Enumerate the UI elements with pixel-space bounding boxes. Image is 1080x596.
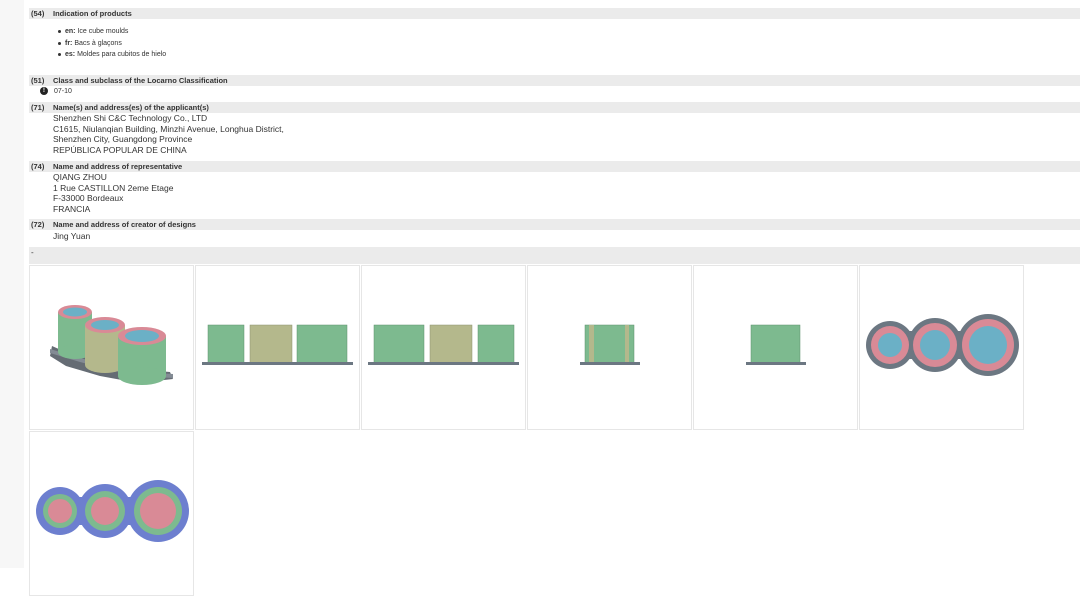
- mould-right-side-image: [746, 324, 806, 365]
- representative-line-2: 1 Rue CASTILLON 2eme Etage: [53, 183, 174, 193]
- views-bar-text: -: [31, 248, 34, 257]
- info-circle-icon[interactable]: !: [40, 87, 48, 96]
- mould-back-image: [368, 324, 519, 365]
- product-text: Moldes para cubitos de hielo: [77, 51, 167, 58]
- applicant-line-3: Shenzhen City, Guangdong Province: [53, 134, 193, 144]
- product-text: Ice cube moulds: [77, 28, 129, 35]
- applicant-line-2: C1615, Niulanqian Building, Minzhi Avenu…: [53, 124, 284, 134]
- representative-line-3: F-33000 Bordeaux: [53, 193, 124, 203]
- locarno-class-value: 07-10: [54, 88, 72, 95]
- representative-line-4: FRANCIA: [53, 204, 91, 214]
- section-71-header: (71) Name(s) and address(es) of the appl…: [29, 102, 1080, 113]
- section-51-header: (51) Class and subclass of the Locarno C…: [29, 75, 1080, 86]
- mould-perspective-image: [50, 305, 173, 385]
- section-54-header: (54) Indication of products: [29, 8, 1080, 19]
- section-54-code: (54): [31, 9, 45, 18]
- applicant-line-1: Shenzhen Shi C&C Technology Co., LTD: [53, 113, 208, 123]
- lang-code: es:: [65, 51, 76, 58]
- lang-code: fr:: [65, 40, 73, 47]
- section-71-code: (71): [31, 103, 45, 112]
- design-view-bottom[interactable]: [29, 431, 194, 596]
- product-item-fr: fr: Bacs à glaçons: [58, 39, 122, 48]
- product-text: Bacs à glaçons: [74, 40, 122, 47]
- design-view-right[interactable]: [693, 265, 858, 430]
- section-54-title: Indication of products: [53, 9, 132, 18]
- product-item-es: es: Moldes para cubitos de hielo: [58, 50, 166, 59]
- mould-left-side-image: [580, 324, 640, 365]
- design-view-front[interactable]: [195, 265, 360, 430]
- design-view-perspective[interactable]: [29, 265, 194, 430]
- design-view-top[interactable]: [859, 265, 1024, 430]
- section-74-header: (74) Name and address of representative: [29, 161, 1080, 172]
- bullet-icon: [58, 52, 61, 56]
- bullet-icon: [58, 29, 61, 33]
- mould-bottom-image: [36, 480, 189, 542]
- representative-line-1: QIANG ZHOU: [53, 172, 107, 182]
- lang-code: en:: [65, 28, 76, 35]
- design-view-back[interactable]: [361, 265, 526, 430]
- left-margin-bar: [0, 0, 24, 568]
- applicant-line-4: REPÚBLICA POPULAR DE CHINA: [53, 145, 187, 155]
- creator-line-1: Jing Yuan: [53, 231, 91, 241]
- section-74-title: Name and address of representative: [53, 162, 183, 171]
- section-74-code: (74): [31, 162, 45, 171]
- bullet-icon: [58, 41, 61, 45]
- views-bar: -: [29, 247, 1080, 264]
- section-72-header: (72) Name and address of creator of desi…: [29, 219, 1080, 230]
- design-view-left[interactable]: [527, 265, 692, 430]
- section-72-code: (72): [31, 220, 45, 229]
- mould-top-image: [866, 314, 1019, 376]
- product-item-en: en: Ice cube moulds: [58, 27, 128, 36]
- locarno-class-row: ! 07-10: [40, 87, 72, 96]
- mould-front-image: [202, 324, 353, 365]
- section-51-code: (51): [31, 76, 45, 85]
- section-72-title: Name and address of creator of designs: [53, 220, 196, 229]
- section-71-title: Name(s) and address(es) of the applicant…: [53, 103, 209, 112]
- section-51-title: Class and subclass of the Locarno Classi…: [53, 76, 228, 85]
